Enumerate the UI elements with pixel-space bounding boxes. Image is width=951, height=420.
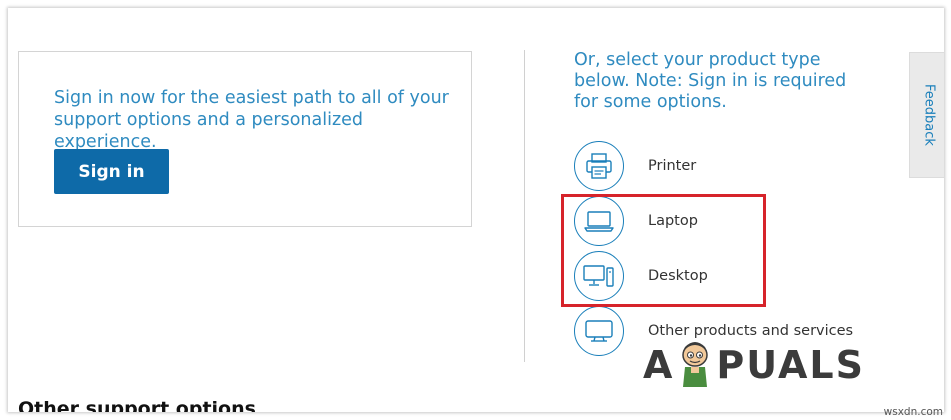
other-support-heading: Other support options xyxy=(18,398,256,412)
product-select-heading: Or, select your product type below. Note… xyxy=(574,50,847,112)
mascot-icon xyxy=(682,342,709,387)
signin-prompt-text: Sign in now for the easiest path to all … xyxy=(54,88,449,152)
feedback-label: Feedback xyxy=(921,84,937,146)
appuals-logo: A PUALS xyxy=(643,339,865,391)
vertical-divider xyxy=(524,50,525,362)
printer-icon xyxy=(574,141,624,191)
watermark-text: wsxdn.com xyxy=(883,406,943,418)
product-label-other: Other products and services xyxy=(648,323,854,339)
logo-letters-puals: PUALS xyxy=(716,343,865,387)
monitor-icon xyxy=(574,306,624,356)
signin-card: Sign in now for the easiest path to all … xyxy=(18,51,472,227)
feedback-tab[interactable]: Feedback xyxy=(909,52,944,178)
sign-in-button[interactable]: Sign in xyxy=(54,149,169,194)
support-panel: Sign in now for the easiest path to all … xyxy=(8,8,944,412)
product-label-printer: Printer xyxy=(648,158,697,174)
product-item-printer[interactable]: Printer xyxy=(574,140,894,192)
logo-letter-a: A xyxy=(643,343,675,387)
highlight-annotation-box xyxy=(561,194,766,307)
